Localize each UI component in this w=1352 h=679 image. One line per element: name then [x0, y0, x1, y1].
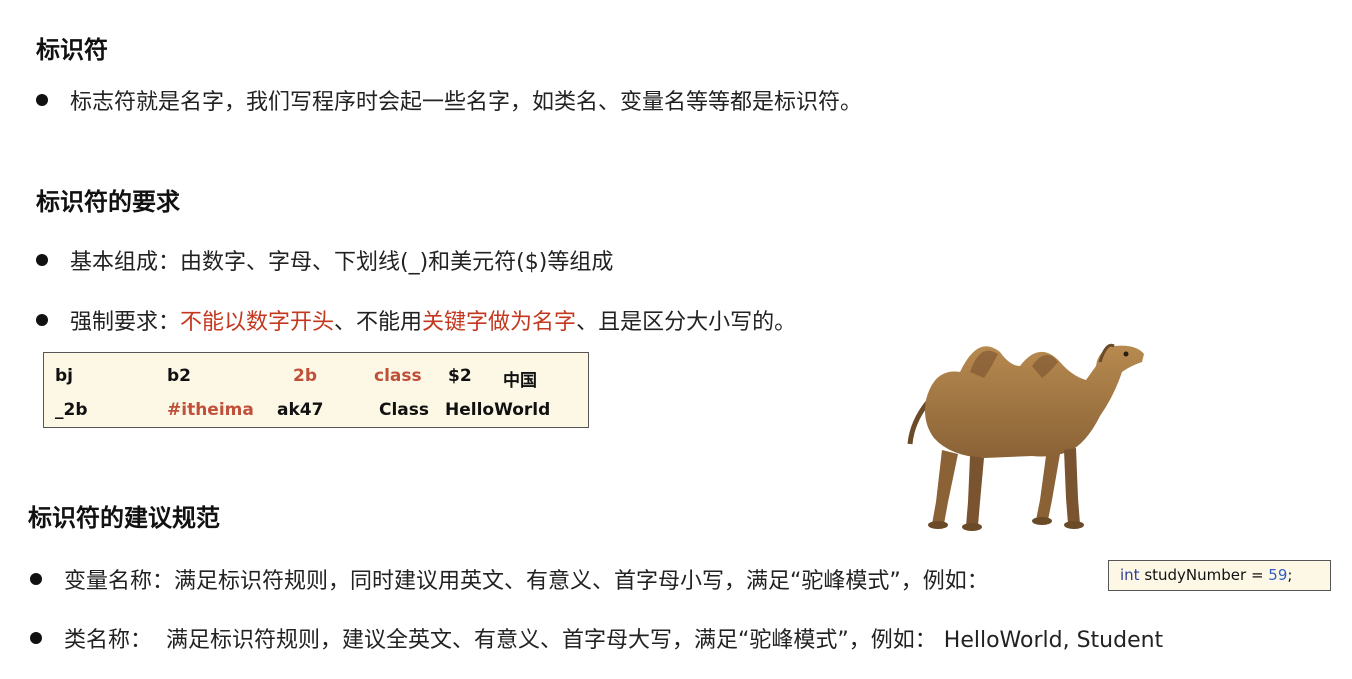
heading-identifier: 标识符: [36, 36, 108, 64]
code-keyword: int: [1120, 566, 1140, 584]
bullet-text: 基本组成：由数字、字母、下划线(_)和美元符($)等组成: [70, 250, 614, 275]
identifier-examples-box: bj b2 2b class $2 中国 _2b #itheima ak47 C…: [43, 352, 589, 428]
bullet-mandatory-requirements: 强制要求： 不能以数字开头 、不能用 关键字做为名字 、且是区分大小写的。: [36, 304, 796, 336]
heading-identifier-conventions: 标识符的建议规范: [28, 504, 220, 532]
example-valid: 中国: [503, 371, 537, 391]
bullet-text-suffix: 、且是区分大小写的。: [576, 310, 797, 335]
code-example-box: int studyNumber = 59;: [1108, 560, 1331, 591]
example-valid: _2b: [55, 400, 88, 420]
highlight-no-digit-start: 不能以数字开头: [180, 310, 335, 335]
heading-identifier-requirements: 标识符的要求: [36, 188, 180, 216]
example-valid: $2: [448, 366, 472, 386]
bullet-basic-composition: 基本组成：由数字、字母、下划线(_)和美元符($)等组成: [36, 244, 613, 276]
code-identifier: studyNumber =: [1139, 566, 1269, 584]
example-valid: b2: [167, 366, 191, 386]
bullet-dot: [36, 254, 48, 266]
example-valid: bj: [55, 366, 73, 386]
example-invalid: #itheima: [167, 400, 254, 420]
bullet-text: 标志符就是名字，我们写程序时会起一些名字，如类名、变量名等等都是标识符。: [70, 90, 863, 115]
code-semicolon: ;: [1287, 566, 1293, 584]
bullet-identifier-definition: 标志符就是名字，我们写程序时会起一些名字，如类名、变量名等等都是标识符。: [36, 84, 862, 116]
bullet-text-mid: 、不能用: [334, 310, 423, 335]
example-valid: ak47: [277, 400, 324, 420]
bullet-text: 变量名称：满足标识符规则，同时建议用英文、有意义、首字母小写，满足“驼峰模式”，…: [64, 569, 989, 594]
example-invalid: 2b: [293, 366, 317, 386]
bullet-variable-naming: 变量名称：满足标识符规则，同时建议用英文、有意义、首字母小写，满足“驼峰模式”，…: [30, 563, 989, 595]
example-invalid: class: [374, 366, 422, 386]
highlight-no-keyword: 关键字做为名字: [422, 310, 577, 335]
bullet-dot: [30, 632, 42, 644]
bullet-text: 类名称： 满足标识符规则，建议全英文、有意义、首字母大写，满足“驼峰模式”，例如…: [64, 628, 1164, 653]
bullet-dot: [36, 94, 48, 106]
example-valid: HelloWorld: [445, 400, 551, 420]
bullet-class-naming: 类名称： 满足标识符规则，建议全英文、有意义、首字母大写，满足“驼峰模式”，例如…: [30, 622, 1163, 654]
code-number: 59: [1268, 566, 1288, 584]
example-valid: Class: [379, 400, 430, 420]
camel-image: [907, 343, 1144, 531]
bullet-dot: [30, 573, 42, 585]
bullet-text-prefix: 强制要求：: [70, 310, 181, 335]
bullet-dot: [36, 314, 48, 326]
